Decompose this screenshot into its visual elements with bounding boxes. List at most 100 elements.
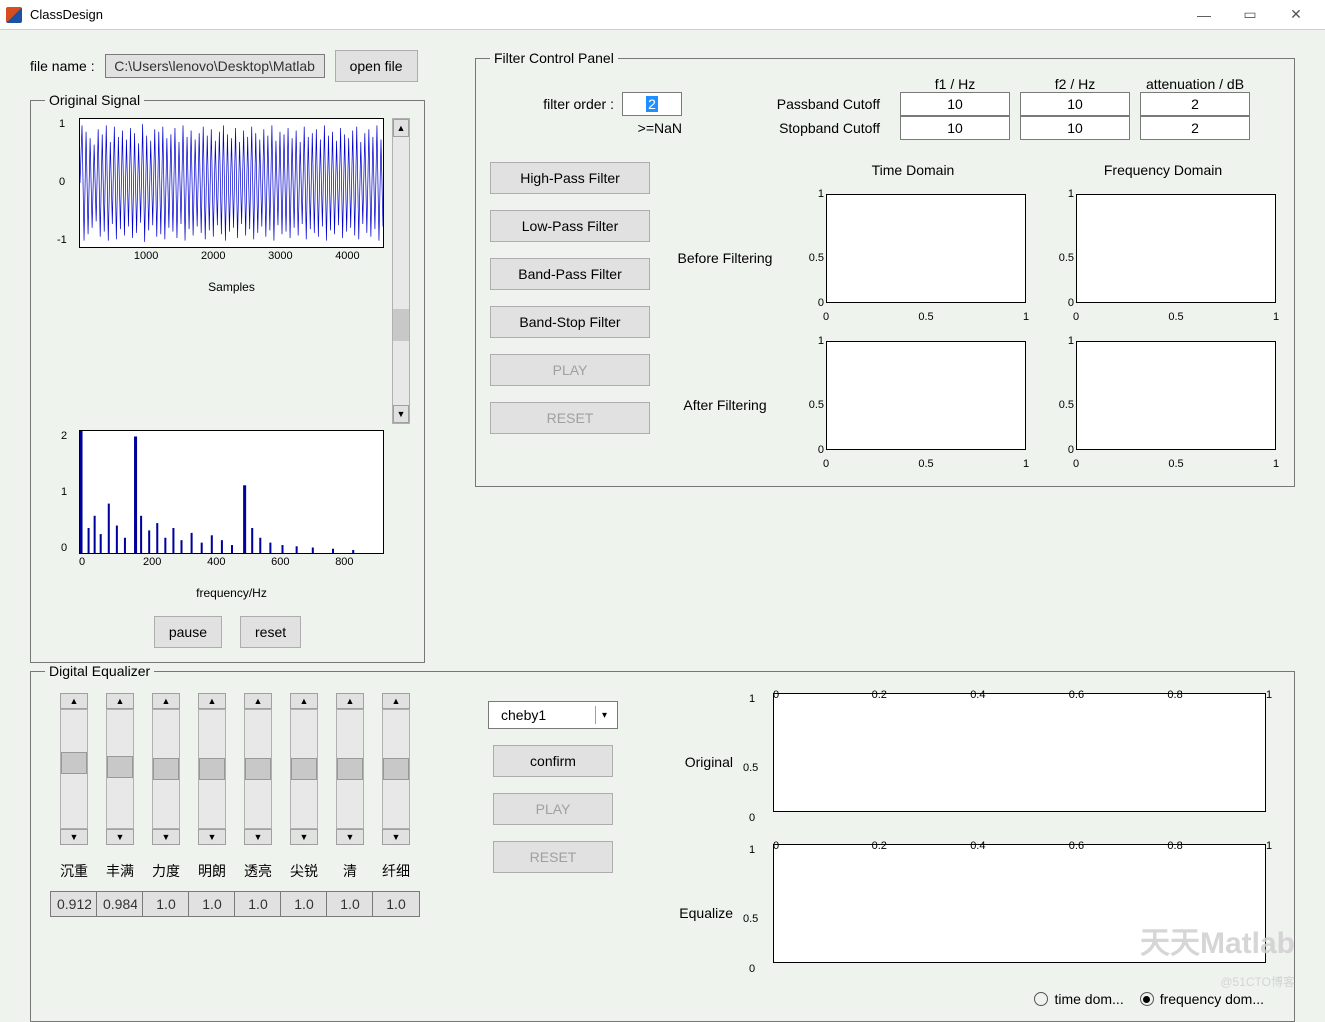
time-domain-header: Time Domain: [796, 162, 1030, 178]
scroll-up-icon[interactable]: ▲: [393, 119, 409, 137]
slider-label: 透亮: [244, 861, 272, 881]
titlebar: ClassDesign — ▭ ✕: [0, 0, 1325, 30]
slider-up-icon[interactable]: ▲: [382, 693, 410, 709]
pause-button[interactable]: pause: [154, 616, 222, 648]
slider-up-icon[interactable]: ▲: [244, 693, 272, 709]
slider-down-icon[interactable]: ▼: [336, 829, 364, 845]
stopband-f1-field[interactable]: [900, 116, 1010, 140]
slider-up-icon[interactable]: ▲: [198, 693, 226, 709]
reset-eq-button[interactable]: RESET: [493, 841, 613, 873]
passband-att-field[interactable]: [1140, 92, 1250, 116]
eq-slider[interactable]: ▲ ▼ 丰满: [103, 693, 137, 1007]
eq-original-plot: 1 0.5 0 0 0.2 0.4 0.6 0.8 1: [743, 689, 1270, 834]
minimize-button[interactable]: —: [1181, 1, 1227, 29]
col-f2: f2 / Hz: [1020, 76, 1130, 92]
radio-icon: [1140, 992, 1154, 1006]
highpass-button[interactable]: High-Pass Filter: [490, 162, 650, 194]
radio-time-domain[interactable]: time dom...: [1034, 991, 1123, 1007]
close-button[interactable]: ✕: [1273, 1, 1319, 29]
xtick: 400: [207, 556, 225, 568]
slider-label: 清: [343, 861, 357, 881]
slider-up-icon[interactable]: ▲: [290, 693, 318, 709]
eq-slider[interactable]: ▲ ▼ 尖锐: [287, 693, 321, 1007]
slider-up-icon[interactable]: ▲: [152, 693, 180, 709]
freq-domain-header: Frequency Domain: [1046, 162, 1280, 178]
before-freq-plot: 1 0.5 0 0 0.5 1: [1046, 190, 1280, 325]
radio-frequency-domain[interactable]: frequency dom...: [1140, 991, 1264, 1007]
play-filter-button[interactable]: PLAY: [490, 354, 650, 386]
xtick: 2000: [201, 250, 225, 262]
after-freq-plot: 1 0.5 0 0 0.5 1: [1046, 337, 1280, 472]
stopband-label: Stopband Cutoff: [700, 120, 890, 136]
app-icon: [6, 7, 22, 23]
slider-down-icon[interactable]: ▼: [60, 829, 88, 845]
slider-down-icon[interactable]: ▼: [106, 829, 134, 845]
lowpass-button[interactable]: Low-Pass Filter: [490, 210, 650, 242]
eq-equalize-plot: 1 0.5 0 0 0.2 0.4 0.6 0.8 1: [743, 840, 1270, 985]
eq-slider[interactable]: ▲ ▼ 沉重: [57, 693, 91, 1007]
eq-slider[interactable]: ▲▼力度: [149, 693, 183, 1007]
eq-sliders: ▲▼沉重▲▼丰满▲▼力度▲▼明朗▲▼透亮▲▼尖锐▲▼清▲▼纤细: [45, 689, 413, 1007]
xtick: 1000: [134, 250, 158, 262]
slider-down-icon[interactable]: ▼: [244, 829, 272, 845]
filter-type-select[interactable]: cheby1 ▾: [488, 701, 618, 729]
slider-value-field: [326, 891, 374, 917]
stopband-att-field[interactable]: [1140, 116, 1250, 140]
slider-up-icon[interactable]: ▲: [106, 693, 134, 709]
before-filtering-label: Before Filtering: [670, 250, 780, 266]
original-signal-legend: Original Signal: [45, 92, 144, 108]
slider-label: 丰满: [106, 861, 134, 881]
open-file-button[interactable]: open file: [335, 50, 418, 82]
col-att: attenuation / dB: [1140, 76, 1250, 92]
ytick: 0: [61, 542, 67, 554]
stopband-f2-field[interactable]: [1020, 116, 1130, 140]
slider-label: 沉重: [60, 861, 88, 881]
filter-order-field[interactable]: 2: [622, 92, 682, 116]
filter-order-note: >=NaN: [638, 120, 682, 136]
original-row-label: Original: [653, 754, 733, 770]
bandpass-button[interactable]: Band-Pass Filter: [490, 258, 650, 290]
reset-filter-button[interactable]: RESET: [490, 402, 650, 434]
ytick: 2: [61, 430, 67, 442]
confirm-button[interactable]: confirm: [493, 745, 613, 777]
slider-label: 尖锐: [290, 861, 318, 881]
scroll-down-icon[interactable]: ▼: [393, 405, 409, 423]
digital-equalizer-panel: Digital Equalizer ▲▼沉重▲▼丰满▲▼力度▲▼明朗▲▼透亮▲▼…: [30, 663, 1295, 1022]
ytick: 1: [59, 118, 65, 130]
bandstop-button[interactable]: Band-Stop Filter: [490, 306, 650, 338]
equalize-row-label: Equalize: [653, 905, 733, 921]
eq-slider[interactable]: ▲ ▼ 透亮: [241, 693, 275, 1007]
after-time-plot: 1 0.5 0 0 0.5 1: [796, 337, 1030, 472]
eq-slider[interactable]: ▲▼明朗: [195, 693, 229, 1007]
slider-down-icon[interactable]: ▼: [198, 829, 226, 845]
slider-value-field: [234, 891, 282, 917]
filter-order-label: filter order :: [543, 96, 614, 112]
slider-up-icon[interactable]: ▲: [336, 693, 364, 709]
xtick: 200: [143, 556, 161, 568]
file-path-field: [105, 54, 325, 78]
slider-down-icon[interactable]: ▼: [152, 829, 180, 845]
samples-label: Samples: [79, 280, 384, 294]
passband-f1-field[interactable]: [900, 92, 1010, 116]
eq-slider[interactable]: ▲ ▼ 清: [333, 693, 367, 1007]
xtick: 3000: [268, 250, 292, 262]
window-title: ClassDesign: [30, 7, 1181, 22]
maximize-button[interactable]: ▭: [1227, 1, 1273, 29]
slider-value-field: [96, 891, 144, 917]
slider-up-icon[interactable]: ▲: [60, 693, 88, 709]
passband-f2-field[interactable]: [1020, 92, 1130, 116]
after-filtering-label: After Filtering: [670, 397, 780, 413]
ytick: 1: [61, 486, 67, 498]
slider-down-icon[interactable]: ▼: [382, 829, 410, 845]
reset-orig-button[interactable]: reset: [240, 616, 301, 648]
eq-slider[interactable]: ▲▼纤细: [379, 693, 413, 1007]
xtick: 4000: [335, 250, 359, 262]
play-eq-button[interactable]: PLAY: [493, 793, 613, 825]
vertical-scrollbar[interactable]: ▲ ▼: [392, 118, 410, 424]
radio-icon: [1034, 992, 1048, 1006]
slider-down-icon[interactable]: ▼: [290, 829, 318, 845]
file-name-label: file name :: [30, 58, 95, 74]
col-f1: f1 / Hz: [900, 76, 1010, 92]
frequency-domain-plot: [79, 430, 384, 554]
time-domain-plot: [79, 118, 384, 248]
